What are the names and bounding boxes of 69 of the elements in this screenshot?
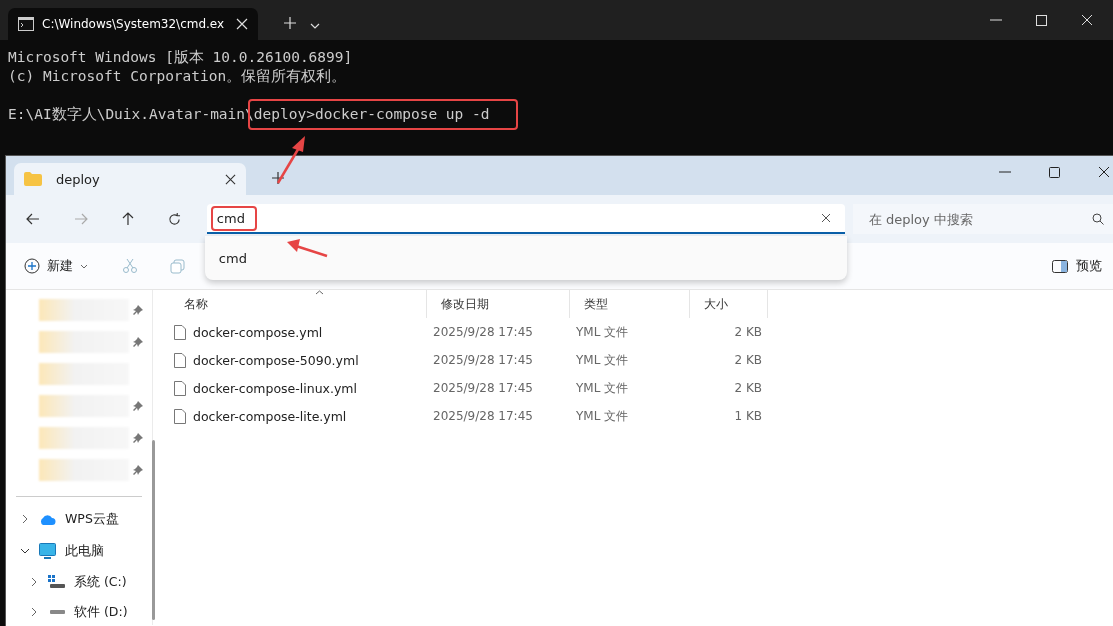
terminal-tab[interactable]: C:\Windows\System32\cmd.ex (8, 8, 258, 40)
explorer-tab-title: deploy (56, 171, 101, 187)
tree-item[interactable]: 系统 (C:) (74, 573, 127, 591)
file-name[interactable]: docker-compose-5090.yml (193, 352, 359, 368)
file-icon (174, 380, 186, 396)
highlight-box (210, 205, 257, 231)
refresh-icon[interactable] (167, 212, 181, 226)
terminal-line: (c) Microsoft Corporation。保留所有权利。 (8, 67, 348, 86)
table-cell-text: 2025/9/28 17:45 (432, 353, 534, 367)
collapse-caret-icon[interactable] (29, 577, 39, 587)
terminal-command: deploy>docker-compose up -d (253, 106, 490, 122)
search-icon (1092, 213, 1104, 225)
suggestion-item[interactable]: cmd (204, 246, 261, 270)
maximize-icon[interactable] (1049, 166, 1060, 178)
address-text: cmd (216, 210, 245, 226)
table-cell-text: 2 KB (733, 353, 763, 367)
file-icon (174, 408, 186, 424)
table-cell-text: 2025/9/28 17:45 (432, 325, 534, 339)
tree-item[interactable]: 此电脑 (65, 542, 104, 560)
preview-button[interactable]: 预览 (1046, 256, 1108, 276)
caret-icon (80, 263, 88, 269)
terminal-tab-title: C:\Windows\System32\cmd.ex (42, 17, 226, 31)
file-icon (174, 324, 186, 340)
table-cell-text: YML 文件 (575, 323, 630, 341)
drive-icon (48, 575, 65, 589)
dropdown-icon[interactable] (310, 23, 320, 29)
column-header[interactable]: 修改日期 (427, 290, 570, 318)
annotation-arrow (287, 239, 328, 258)
file-name[interactable]: docker-compose.yml (193, 324, 323, 340)
terminal-line: Microsoft Windows [版本 10.0.26100.6899] (8, 48, 354, 67)
address-field[interactable]: cmd (206, 204, 845, 234)
folder-icon (24, 172, 42, 186)
column-header[interactable]: 类型 (570, 290, 690, 318)
table-cell-text: 2 KB (733, 381, 763, 395)
file-name[interactable]: docker-compose-lite.yml (193, 408, 347, 424)
close-icon[interactable] (1098, 166, 1110, 178)
table-cell-text: YML 文件 (575, 379, 630, 397)
explorer-tab[interactable]: deploy (14, 163, 246, 195)
drive-icon (48, 609, 65, 615)
new-button[interactable]: 新建 (22, 253, 90, 279)
table-cell-text: 2025/9/28 17:45 (432, 381, 534, 395)
back-icon[interactable] (26, 213, 40, 225)
panel-icon (1052, 259, 1068, 273)
expand-caret-icon[interactable] (20, 548, 30, 554)
up-icon[interactable] (121, 212, 134, 226)
clear-icon[interactable] (820, 213, 831, 223)
close-icon[interactable] (225, 173, 236, 185)
scrollbar[interactable] (152, 440, 155, 620)
column-header[interactable]: 大小 (690, 290, 768, 318)
terminal-icon (18, 17, 34, 31)
cloud-icon (39, 513, 56, 525)
plus-circle-icon (24, 258, 40, 274)
annotation-arrow (276, 136, 305, 184)
table-cell-text: YML 文件 (575, 407, 630, 425)
table-cell-text: YML 文件 (575, 351, 630, 369)
table-cell-text: 2025/9/28 17:45 (432, 409, 534, 423)
new-tab-icon[interactable] (272, 172, 284, 184)
file-icon (174, 352, 186, 368)
tree-item[interactable]: WPS云盘 (65, 510, 119, 528)
sort-caret-icon (315, 290, 324, 295)
collapse-caret-icon[interactable] (20, 514, 30, 524)
file-name[interactable]: docker-compose-linux.yml (193, 380, 357, 396)
column-header[interactable]: 名称 (170, 290, 427, 318)
table-cell-text: 2 KB (733, 325, 763, 339)
monitor-icon (39, 543, 56, 559)
search-field[interactable]: 在 deploy 中搜索 (852, 204, 1113, 234)
tree-item[interactable]: 软件 (D:) (74, 603, 128, 621)
table-cell-text: 1 KB (733, 409, 763, 423)
collapse-caret-icon[interactable] (29, 607, 39, 617)
